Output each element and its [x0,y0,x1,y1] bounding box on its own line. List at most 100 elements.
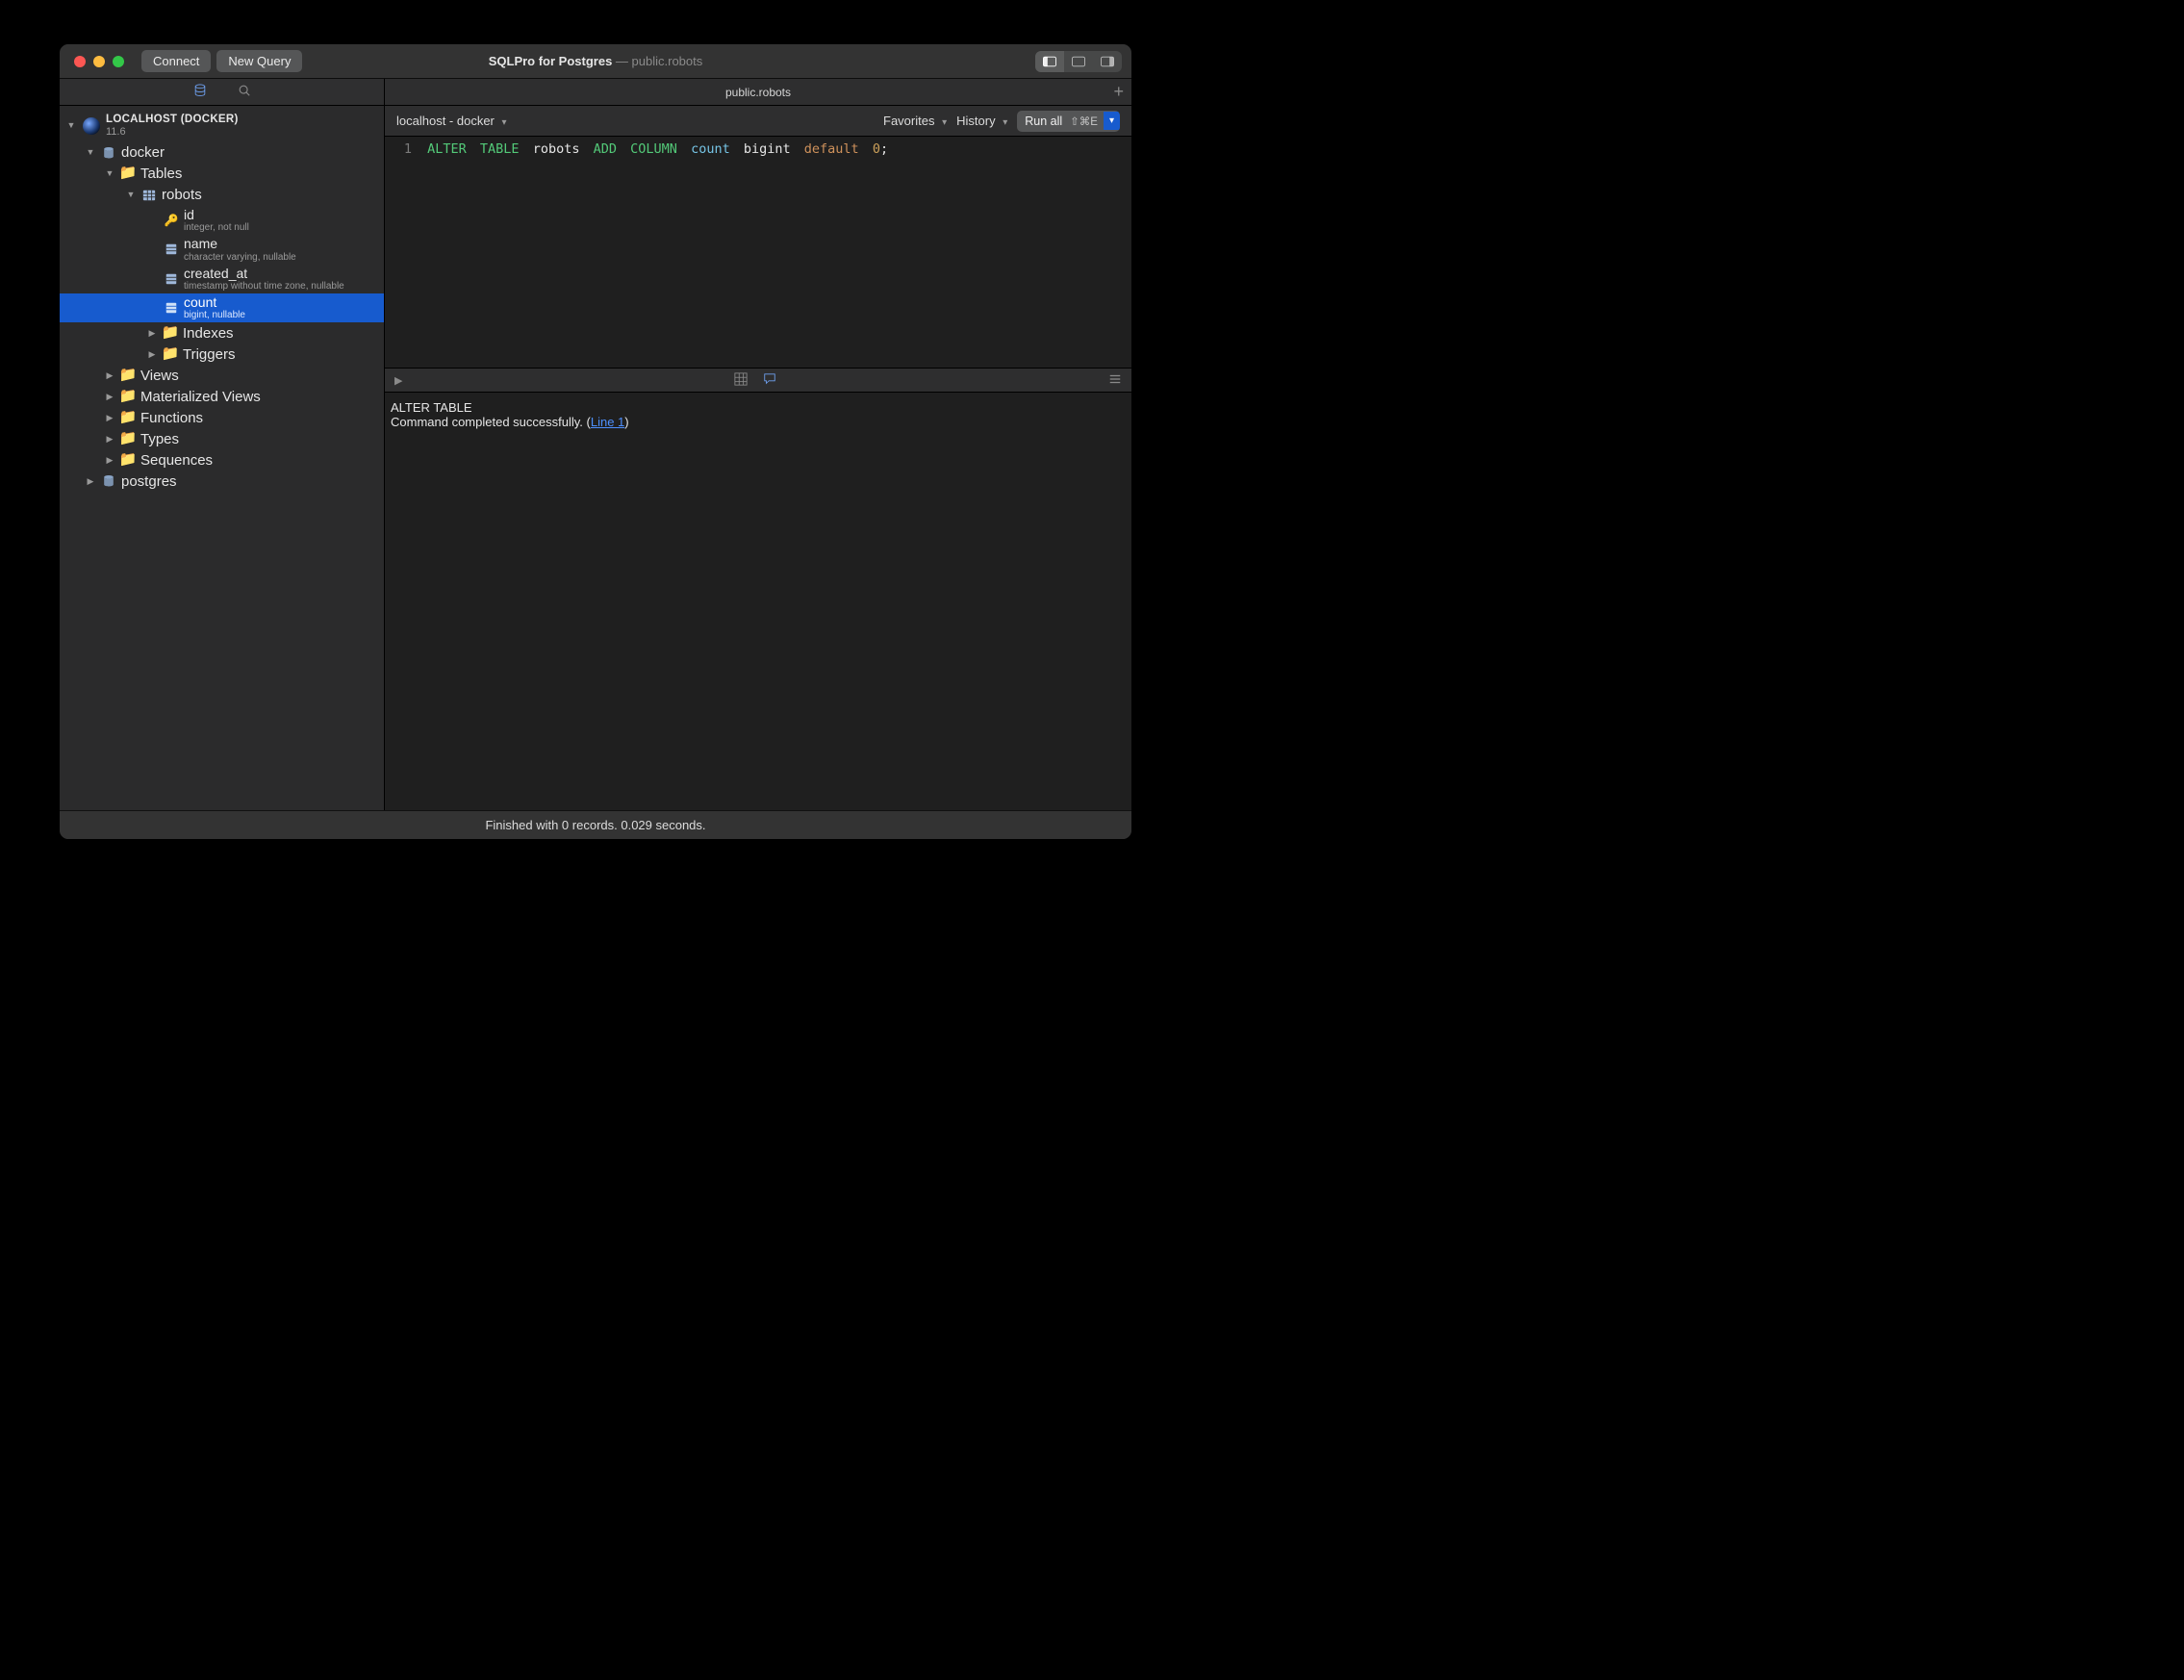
chevron-down-icon: ▾ [502,117,507,128]
table-label: robots [162,187,202,203]
connect-button[interactable]: Connect [141,50,211,72]
show-right-panel-button[interactable] [1093,51,1122,72]
disclosure-icon [104,455,115,466]
show-main-button[interactable] [1064,51,1093,72]
run-all-button[interactable]: Run all ⇧⌘E ▾ [1017,111,1120,132]
folder-label: Types [140,431,179,447]
panel-left-icon [1043,55,1056,68]
column-row-name[interactable]: name character varying, nullable [60,235,384,264]
results-toolbar: ▶ [385,368,1131,393]
query-bar: localhost - docker ▾ Favorites ▾ History… [385,106,1131,137]
table-node-robots[interactable]: robots [60,185,384,206]
connection-version: 11.6 [106,126,239,139]
folder-icon: 📁 [120,165,136,181]
favorites-menu[interactable]: Favorites ▾ [883,114,947,128]
indexes-node[interactable]: 📁 Indexes [60,322,384,344]
run-icon[interactable]: ▶ [394,374,402,387]
database-node[interactable]: docker [60,142,384,164]
column-row-id[interactable]: 🔑 id integer, not null [60,206,384,235]
folder-label: Triggers [183,346,235,363]
folder-label: Indexes [183,325,234,342]
tables-node[interactable]: 📁 Tables [60,164,384,185]
folder-icon: 📁 [120,388,136,403]
column-icon [164,242,179,257]
column-name: id [184,208,249,222]
folder-icon: 📁 [120,367,136,382]
schema-tree: LOCALHOST (DOCKER) 11.6 docker 📁 Tables [60,106,384,810]
column-name: created_at [184,267,344,281]
window-controls [60,56,124,67]
folder-icon: 📁 [120,451,136,467]
column-type: timestamp without time zone, nullable [184,281,344,292]
chevron-down-icon: ▾ [942,117,947,128]
results-menu-button[interactable] [1108,372,1122,389]
disclosure-icon [146,328,158,339]
tab-active[interactable]: public.robots [385,86,1131,99]
database-icon [101,145,116,161]
zoom-window-button[interactable] [113,56,124,67]
add-tab-button[interactable]: + [1113,82,1124,102]
column-name: count [184,295,245,310]
menu-icon [1108,372,1122,386]
sequences-node[interactable]: 📁 Sequences [60,449,384,471]
document-title: public.robots [632,54,703,68]
types-node[interactable]: 📁 Types [60,428,384,449]
database-icon [193,84,207,97]
context-selector[interactable]: localhost - docker ▾ [396,114,507,128]
minimize-window-button[interactable] [93,56,105,67]
app-name: SQLPro for Postgres [489,54,613,68]
column-row-created-at[interactable]: created_at timestamp without time zone, … [60,265,384,293]
titlebar: Connect New Query SQLPro for Postgres — … [60,44,1131,79]
close-window-button[interactable] [74,56,86,67]
editor-tabs: public.robots + [385,79,1131,106]
search-mode-button[interactable] [238,84,251,100]
matviews-node[interactable]: 📁 Materialized Views [60,386,384,407]
triggers-node[interactable]: 📁 Triggers [60,344,384,365]
disclosure-icon [104,434,115,445]
column-type: integer, not null [184,222,249,233]
chevron-down-icon: ▾ [1003,117,1007,128]
panel-full-icon [1072,55,1085,68]
database-label: docker [121,144,165,161]
schema-mode-button[interactable] [193,84,207,100]
grid-icon [734,372,748,386]
line-number: 1 [394,140,412,159]
new-query-button[interactable]: New Query [216,50,302,72]
folder-icon: 📁 [120,409,136,424]
show-sidebar-button[interactable] [1035,51,1064,72]
result-header: ALTER TABLE [391,400,1126,415]
messages-view-button[interactable] [763,372,776,389]
connection-row[interactable]: LOCALHOST (DOCKER) 11.6 [60,110,384,142]
disclosure-icon [104,168,115,179]
sql-editor[interactable]: 1 ALTER TABLE robots ADD COLUMN count bi… [385,137,1131,368]
folder-icon: 📁 [120,430,136,445]
message-icon [763,372,776,386]
disclosure-icon [104,413,115,423]
run-dropdown[interactable]: ▾ [1104,112,1120,130]
history-menu[interactable]: History ▾ [956,114,1007,128]
status-bar: Finished with 0 records. 0.029 seconds. [60,810,1131,839]
column-row-count[interactable]: count bigint, nullable [60,293,384,322]
folder-icon: 📁 [163,345,178,361]
column-icon [164,271,179,287]
folder-label: Sequences [140,452,213,469]
database-icon [101,473,116,489]
folder-icon: 📁 [163,324,178,340]
column-name: name [184,237,296,251]
disclosure-icon [65,120,77,131]
disclosure-icon [104,370,115,381]
views-node[interactable]: 📁 Views [60,365,384,386]
search-icon [238,84,251,97]
functions-node[interactable]: 📁 Functions [60,407,384,428]
database-node-postgres[interactable]: postgres [60,471,384,492]
panel-right-icon [1101,55,1114,68]
disclosure-icon [125,190,137,200]
column-type: bigint, nullable [184,310,245,320]
result-line-link[interactable]: Line 1 [591,415,624,429]
table-icon [141,188,157,203]
sidebar-mode-switch [60,79,384,106]
grid-view-button[interactable] [734,372,748,389]
status-text: Finished with 0 records. 0.029 seconds. [485,818,705,832]
column-icon [164,300,179,316]
disclosure-icon [146,349,158,360]
